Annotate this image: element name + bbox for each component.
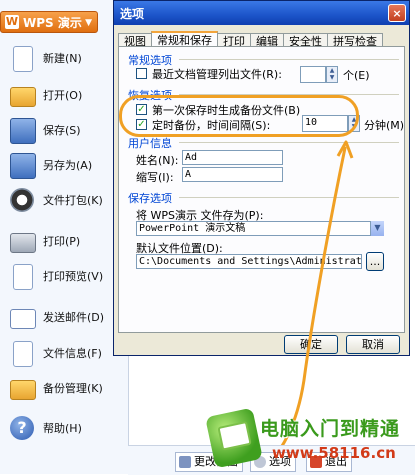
menu-item-label: 新建(N) [43,52,82,65]
divider [179,94,399,95]
menu-item-label: 备份管理(K) [43,382,103,395]
menu-item-save[interactable]: 保存(S) [0,114,128,146]
menu-item-label: 打印预览(V) [43,270,104,283]
ok-button[interactable]: 确定 [284,335,338,354]
file-info-icon [13,341,33,367]
section-title-save: 保存选项 [128,192,172,205]
open-folder-icon [10,87,36,107]
menu-item-label: 打印(P) [43,235,81,248]
menu-item-new[interactable]: 新建(N) [0,42,128,74]
name-input[interactable]: Ad [182,150,283,165]
timed-backup-checkbox[interactable]: ✓ [136,119,147,130]
menu-item-label: 帮助(H) [43,422,82,435]
save-as-icon [10,153,36,179]
divider [179,59,399,60]
browse-button[interactable]: ... [366,252,384,271]
section-title-user: 用户信息 [128,137,172,150]
timed-backup-label: 定时备份，时间间隔(S): [152,119,271,132]
options-dialog: 选项 × 视图 常规和保存 打印 编辑 安全性 拼写检查 常规选项 最近文档管理列出文件(… [113,0,410,356]
options-button[interactable]: 选项 [250,452,296,472]
menu-item-print[interactable]: 打印(P) [0,225,128,257]
spin-up-icon[interactable]: ▲ [327,67,337,74]
tab-strip: 视图 常规和保存 打印 编辑 安全性 拼写检查 [118,30,383,51]
film-reel-icon [10,188,34,212]
options-label: 选项 [269,455,291,468]
recent-files-checkbox[interactable] [136,68,147,79]
exit-button[interactable]: 退出 [306,452,352,472]
section-title-recovery: 恢复选项 [128,89,172,102]
printer-icon [10,233,36,253]
backup-interval-spinner[interactable]: ▲ ▼ [348,115,360,132]
menu-item-send-mail[interactable]: 发送邮件(D) [0,301,128,333]
menu-bottom-bar: 更改界面 选项 退出 [128,445,415,475]
dialog-title: 选项 [120,7,145,21]
help-icon: ? [10,416,34,440]
close-button[interactable]: × [388,4,406,22]
default-path-input[interactable]: C:\Documents and Settings\Administrator\… [136,254,362,269]
change-ui-button[interactable]: 更改界面 [175,452,243,472]
initials-input[interactable]: A [182,167,283,182]
initials-label: 缩写(I): [136,171,174,184]
wps-app-button-label: WPS 演示 [23,16,82,30]
change-ui-label: 更改界面 [194,455,238,468]
name-label: 姓名(N): [136,154,179,167]
close-icon: × [392,7,402,20]
menu-item-label: 文件打包(K) [43,194,103,207]
menu-item-package[interactable]: 文件打包(K) [0,184,128,216]
menu-item-backup[interactable]: 备份管理(K) [0,372,128,404]
new-file-icon [13,46,33,72]
divider [179,142,399,143]
wps-app-button[interactable]: W WPS 演示 ▼ [0,11,98,33]
recent-files-label: 最近文档管理列出文件(R): [152,68,282,81]
backup-on-first-save-checkbox[interactable]: ✓ [136,104,147,115]
menu-item-label: 保存(S) [43,124,81,137]
chevron-down-icon: ▼ [85,18,92,28]
cancel-button[interactable]: 取消 [346,335,400,354]
menu-item-help[interactable]: ? 帮助(H) [0,412,128,444]
tab-panel-general-save: 常规选项 最近文档管理列出文件(R): ▲ ▼ 个(E) 恢复选项 ✓ 第一次保存… [118,46,405,333]
gear-icon [254,456,266,468]
backup-interval-unit: 分钟(M) [364,119,405,132]
spin-down-icon[interactable]: ▼ [349,123,359,130]
dialog-titlebar[interactable]: 选项 × [114,1,409,25]
menu-item-label: 另存为(A) [43,159,93,172]
change-ui-icon [179,456,191,468]
chevron-down-icon[interactable]: ▼ [370,221,384,236]
menu-item-open[interactable]: 打开(O) [0,79,128,111]
spin-down-icon[interactable]: ▼ [327,74,337,81]
menu-item-file-info[interactable]: 文件信息(F) [0,337,128,369]
exit-label: 退出 [325,455,347,468]
wps-logo-icon: W [5,15,19,29]
backup-folder-icon [10,380,36,400]
backup-on-first-save-label: 第一次保存时生成备份文件(B) [152,104,301,117]
floppy-disk-icon [10,118,36,144]
recent-files-count-input[interactable] [300,66,326,83]
menu-item-label: 发送邮件(D) [43,311,105,324]
recent-files-spinner[interactable]: ▲ ▼ [326,66,338,83]
watermark-title: 电脑入门到精通 [260,418,401,440]
menu-item-label: 文件信息(F) [43,347,102,360]
divider [179,197,399,198]
menu-item-print-preview[interactable]: 打印预览(V) [0,260,128,292]
recent-files-unit: 个(E) [343,69,370,82]
wps-file-menu: W WPS 演示 ▼ 新建(N) 打开(O) 保存(S) 另存为(A) 文件打包… [0,0,129,474]
mail-icon [10,309,36,329]
spin-up-icon[interactable]: ▲ [349,116,359,123]
menu-item-label: 打开(O) [43,89,83,102]
print-preview-icon [13,264,33,290]
exit-icon [310,456,322,468]
menu-item-save-as[interactable]: 另存为(A) [0,149,128,181]
save-as-format-select[interactable]: PowerPoint 演示文稿 [136,221,384,236]
backup-interval-input[interactable]: 10 [302,115,348,132]
